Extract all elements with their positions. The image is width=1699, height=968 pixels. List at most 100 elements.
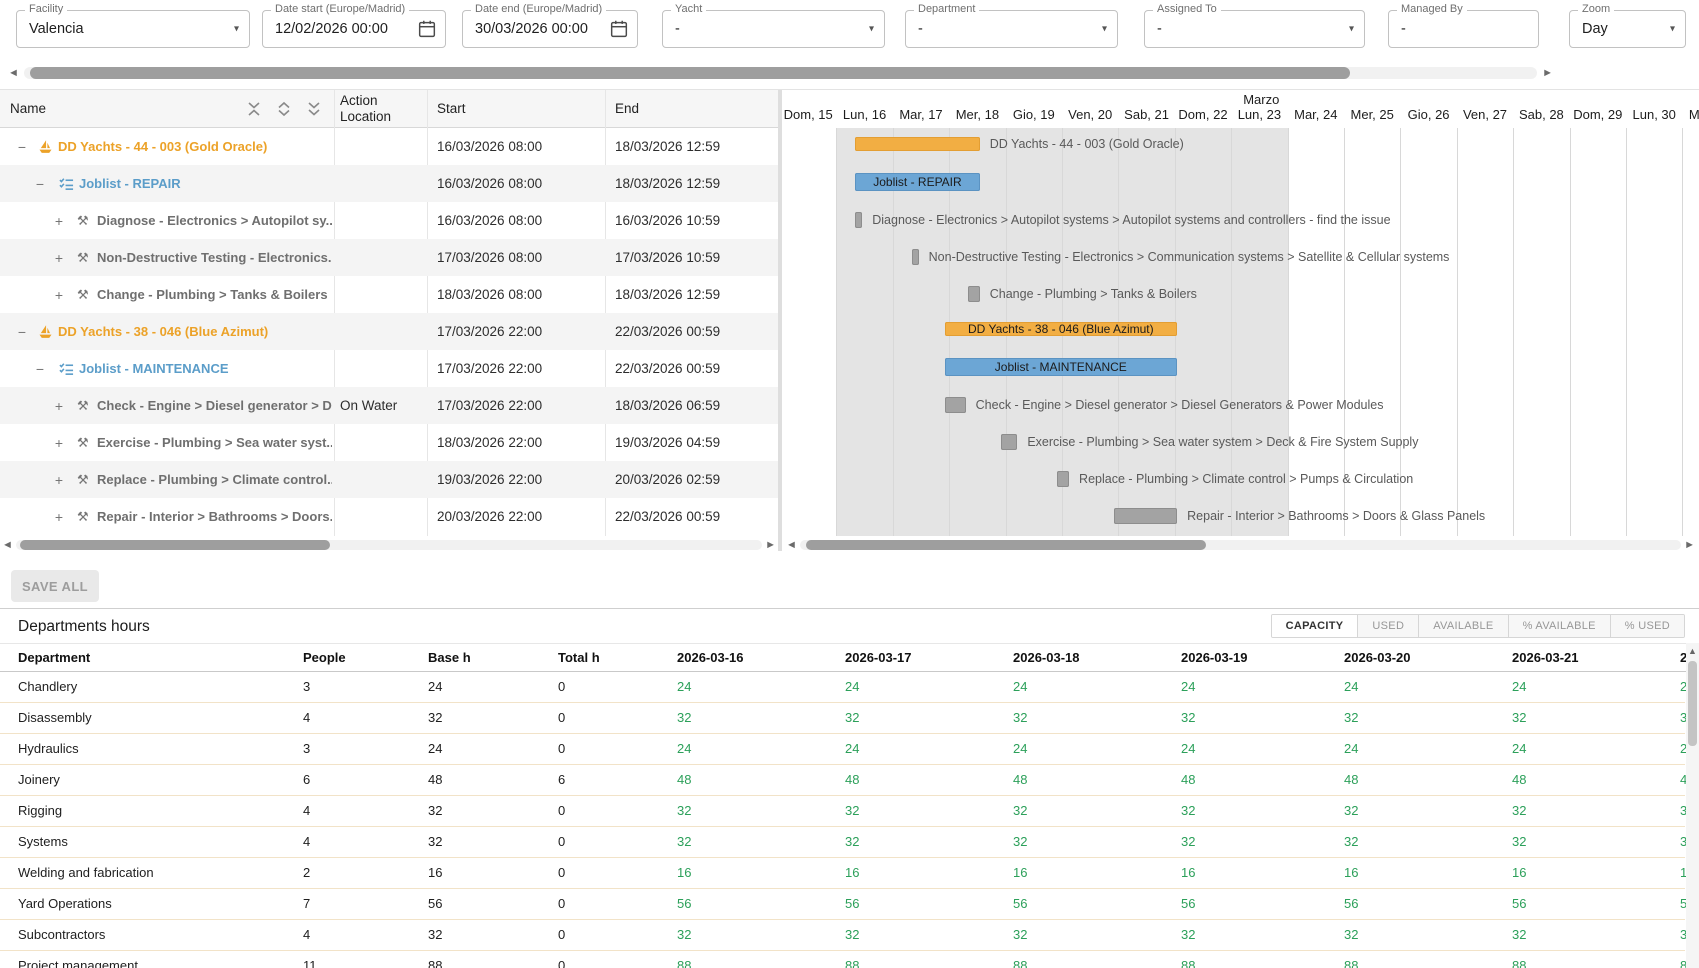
scroll-right-icon[interactable]: ► xyxy=(765,539,776,551)
calendar-icon[interactable] xyxy=(416,18,438,40)
dept-column-header: People xyxy=(303,644,346,671)
dept-capacity-value: 16 xyxy=(677,858,691,888)
scrollbar-thumb[interactable] xyxy=(806,540,1206,550)
date-end-input[interactable]: Date end (Europe/Madrid) 30/03/2026 00:0… xyxy=(462,10,638,48)
gantt-bar-joblist[interactable]: Joblist - REPAIR xyxy=(855,173,980,191)
day-header-label: Mer, 25 xyxy=(1344,107,1400,125)
dept-capacity-value: 56 xyxy=(677,889,691,919)
expand-icon[interactable]: + xyxy=(52,435,66,451)
gantt-tree-row[interactable]: −DD Yachts - 44 - 003 (Gold Oracle)16/03… xyxy=(0,128,778,165)
collapse-icon[interactable]: − xyxy=(15,139,29,155)
scroll-left-icon[interactable]: ◄ xyxy=(8,67,19,79)
gantt-tree-row[interactable]: −Joblist - MAINTENANCE17/03/2026 22:0022… xyxy=(0,350,778,387)
dept-capacity-value: 48 xyxy=(1013,765,1027,795)
expand-icon[interactable]: + xyxy=(52,250,66,266)
dept-people-value: 3 xyxy=(303,672,310,702)
facility-select[interactable]: Facility Valencia ▾ xyxy=(16,10,250,48)
gantt-bar-task[interactable] xyxy=(1057,471,1069,487)
scroll-up-icon[interactable]: ▲ xyxy=(1686,646,1699,656)
dept-table-row: Rigging432032323232323232 xyxy=(0,796,1685,827)
date-end-label: Date end (Europe/Madrid) xyxy=(471,3,606,15)
column-header-action-location[interactable]: Action Location xyxy=(340,93,412,125)
department-name: Rigging xyxy=(18,796,62,826)
scrollbar-thumb[interactable] xyxy=(20,540,330,550)
managed-by-input[interactable]: Managed By - xyxy=(1388,10,1539,48)
gantt-bar-joblist[interactable]: Joblist - MAINTENANCE xyxy=(945,358,1178,376)
tab-capacity[interactable]: CAPACITY xyxy=(1272,615,1358,637)
column-header-start[interactable]: Start xyxy=(437,101,466,116)
expand-icon[interactable]: + xyxy=(52,472,66,488)
toggle-levels-icon[interactable] xyxy=(307,101,321,117)
tab-used[interactable]: % USED xyxy=(1610,615,1684,637)
scroll-left-icon[interactable]: ◄ xyxy=(2,539,13,551)
row-end: 22/03/2026 00:59 xyxy=(615,350,720,387)
gantt-tree-row[interactable]: +⚒Replace - Plumbing > Climate control..… xyxy=(0,461,778,498)
scroll-left-icon[interactable]: ◄ xyxy=(786,539,797,551)
timeline-horizontal-scrollbar[interactable]: ◄ ► xyxy=(786,539,1695,551)
scroll-right-icon[interactable]: ► xyxy=(1542,67,1553,79)
row-start: 17/03/2026 22:00 xyxy=(437,313,542,350)
dept-capacity-value: 32 xyxy=(845,796,859,826)
gantt-bar-task[interactable] xyxy=(945,397,966,413)
row-name: Exercise - Plumbing > Sea water syst... xyxy=(97,424,332,461)
expand-icon[interactable]: + xyxy=(52,398,66,414)
gantt-tree-row[interactable]: +⚒Repair - Interior > Bathrooms > Doors.… xyxy=(0,498,778,535)
save-all-button[interactable]: SAVE ALL xyxy=(11,570,99,602)
gantt-tree-row[interactable]: +⚒Check - Engine > Diesel generator > D.… xyxy=(0,387,778,424)
gantt-bar-task[interactable] xyxy=(912,249,919,265)
gantt-bar-yacht[interactable] xyxy=(855,137,980,151)
dept-table-row: Joinery648648484848484848 xyxy=(0,765,1685,796)
row-end: 18/03/2026 12:59 xyxy=(615,276,720,313)
gantt-bar-task[interactable] xyxy=(1001,434,1017,450)
gantt-bar-task[interactable] xyxy=(968,286,980,302)
dept-base_h-value: 24 xyxy=(428,734,442,764)
gantt-tree-row[interactable]: +⚒Exercise - Plumbing > Sea water syst..… xyxy=(0,424,778,461)
gantt-tree-row[interactable]: −Joblist - REPAIR16/03/2026 08:0018/03/2… xyxy=(0,165,778,202)
tab-available[interactable]: AVAILABLE xyxy=(1418,615,1507,637)
department-select[interactable]: Department - ▾ xyxy=(905,10,1118,48)
collapse-icon[interactable]: − xyxy=(33,361,47,377)
dept-capacity-value: 32 xyxy=(677,827,691,857)
collapse-all-icon[interactable] xyxy=(247,101,261,117)
chevron-down-icon: ▾ xyxy=(1670,23,1675,34)
dept-capacity-value: 16 xyxy=(845,858,859,888)
collapse-icon[interactable]: − xyxy=(15,324,29,340)
gantt-tree-row[interactable]: −DD Yachts - 38 - 046 (Blue Azimut)17/03… xyxy=(0,313,778,350)
assigned-to-select[interactable]: Assigned To - ▾ xyxy=(1144,10,1365,48)
dept-capacity-value: 88 xyxy=(1013,951,1027,968)
yacht-select[interactable]: Yacht - ▾ xyxy=(662,10,885,48)
tab-available[interactable]: % AVAILABLE xyxy=(1508,615,1610,637)
row-action-location: On Water xyxy=(340,387,397,424)
main-horizontal-scrollbar[interactable]: ◄ ► xyxy=(8,66,1553,80)
column-header-name[interactable]: Name xyxy=(10,101,46,116)
tab-used[interactable]: USED xyxy=(1357,615,1418,637)
scrollbar-thumb[interactable] xyxy=(30,67,1350,79)
dept-capacity-value: 88 xyxy=(845,951,859,968)
gantt-bar-task[interactable] xyxy=(855,212,862,228)
expand-icon[interactable]: + xyxy=(52,213,66,229)
gantt-tree-row[interactable]: +⚒Non-Destructive Testing - Electronics.… xyxy=(0,239,778,276)
dept-base_h-value: 88 xyxy=(428,951,442,968)
zoom-select[interactable]: Zoom Day ▾ xyxy=(1569,10,1686,48)
scroll-right-icon[interactable]: ► xyxy=(1684,539,1695,551)
gantt-tree-row[interactable]: +⚒Diagnose - Electronics > Autopilot sy.… xyxy=(0,202,778,239)
date-start-label: Date start (Europe/Madrid) xyxy=(271,3,409,15)
gantt-bar-yacht[interactable]: DD Yachts - 38 - 046 (Blue Azimut) xyxy=(945,322,1178,336)
dept-capacity-value: 88 xyxy=(677,951,691,968)
scrollbar-thumb[interactable] xyxy=(1688,661,1697,746)
dept-vertical-scrollbar[interactable]: ▲ xyxy=(1686,643,1699,968)
expand-icon[interactable]: + xyxy=(52,287,66,303)
collapse-icon[interactable]: − xyxy=(33,176,47,192)
tree-horizontal-scrollbar[interactable]: ◄ ► xyxy=(2,539,776,551)
date-start-input[interactable]: Date start (Europe/Madrid) 12/02/2026 00… xyxy=(262,10,446,48)
day-header-label: Gio, 26 xyxy=(1400,107,1456,125)
column-header-end[interactable]: End xyxy=(615,101,639,116)
expand-all-icon[interactable] xyxy=(277,101,291,117)
gantt-tree-row[interactable]: +⚒Change - Plumbing > Tanks & Boilers18/… xyxy=(0,276,778,313)
dept-table-row: Systems432032323232323232 xyxy=(0,827,1685,858)
expand-icon[interactable]: + xyxy=(52,509,66,525)
gantt-bar-task[interactable] xyxy=(1114,508,1177,524)
dept-column-header: 2026-03-19 xyxy=(1181,644,1248,671)
dept-total_h-value: 0 xyxy=(558,796,565,826)
calendar-icon[interactable] xyxy=(608,18,630,40)
